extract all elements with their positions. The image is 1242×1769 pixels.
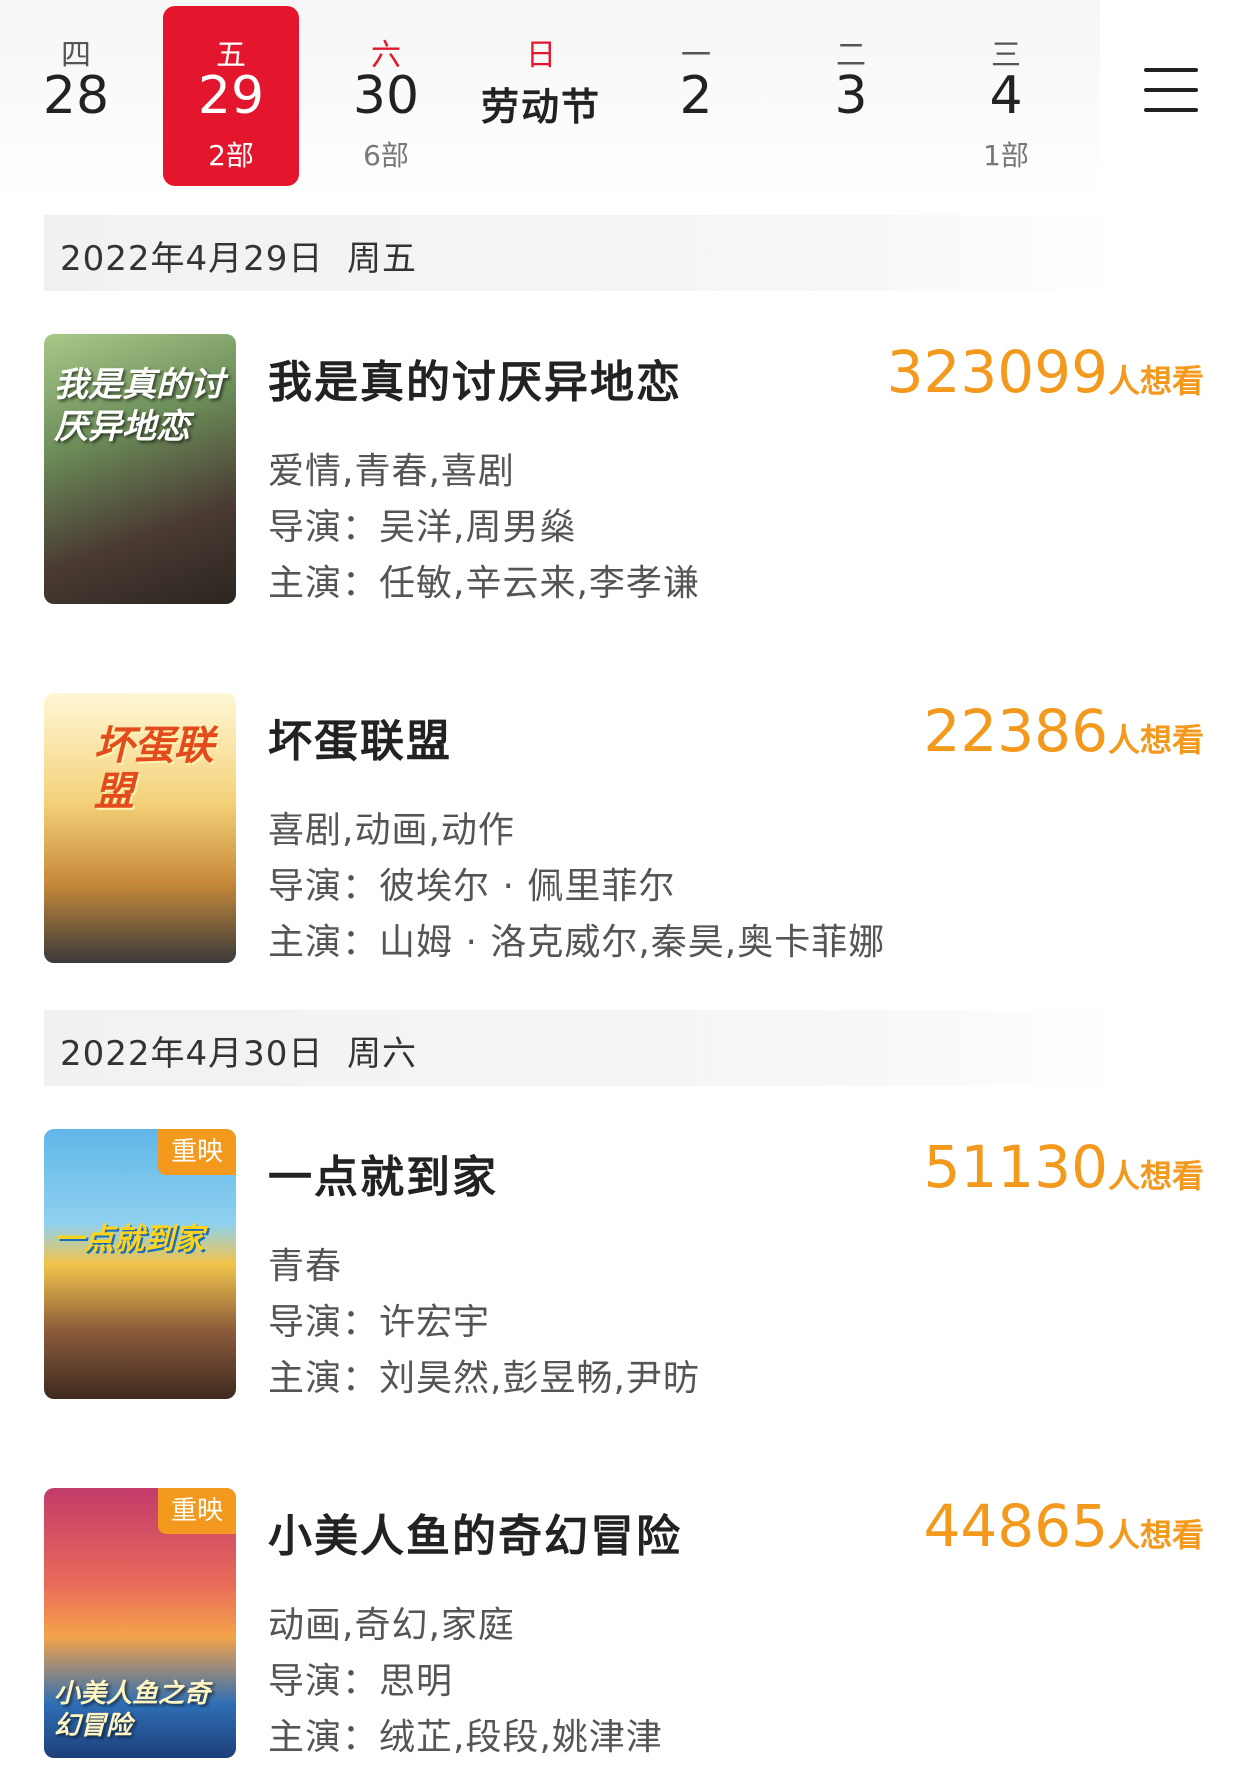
- poster-title: 一点就到家: [54, 1222, 204, 1257]
- want-to-see: 323099人想看: [887, 338, 1204, 406]
- date-tab-labor-day[interactable]: 日 劳动节: [473, 6, 609, 186]
- movie-cast: 主演：刘昊然,彭昱畅,尹昉: [268, 1349, 700, 1401]
- director-label: 导演：: [268, 1661, 380, 1702]
- movie-item[interactable]: 小美人鱼之奇幻冒险 重映 小美人鱼的奇幻冒险 44865人想看 动画,奇幻,家庭…: [44, 1488, 1204, 1758]
- movie-item[interactable]: 我是真的讨厌异地恋 我是真的讨厌异地恋 323099人想看 爱情,青春,喜剧 导…: [44, 334, 1204, 604]
- menu-bar: [1144, 108, 1198, 112]
- movie-poster[interactable]: 一点就到家 重映: [44, 1129, 236, 1399]
- movie-title[interactable]: 小美人鱼的奇幻冒险: [268, 1500, 682, 1564]
- director-label: 导演：: [268, 866, 380, 907]
- date-tab-count: 2部: [208, 139, 254, 172]
- movie-directors: 导演：彼埃尔 · 佩里菲尔: [268, 857, 675, 909]
- poster-title: 坏蛋联盟: [94, 723, 214, 815]
- movie-item[interactable]: 坏蛋联盟 坏蛋联盟 22386人想看 喜剧,动画,动作 导演：彼埃尔 · 佩里菲…: [44, 693, 1204, 963]
- movie-genres: 动画,奇幻,家庭: [268, 1605, 515, 1646]
- date-tab-4[interactable]: 三 4 1部: [938, 6, 1074, 186]
- movie-cast: 主演：山姆 · 洛克威尔,秦昊,奥卡菲娜: [268, 913, 885, 965]
- director-label: 导演：: [268, 1302, 380, 1343]
- poster-title: 我是真的讨厌异地恋: [54, 365, 224, 447]
- movie-title[interactable]: 坏蛋联盟: [268, 705, 452, 769]
- date-tab-count: 1部: [983, 139, 1029, 172]
- date-tab-day: 2: [679, 66, 713, 126]
- date-tab-day: 3: [834, 66, 868, 126]
- section-date-text: 2022年4月29日: [60, 239, 324, 279]
- date-tab-day: 29: [197, 66, 265, 126]
- movie-genres: 爱情,青春,喜剧: [268, 451, 515, 492]
- cast-label: 主演：: [268, 1717, 380, 1758]
- rerelease-badge: 重映: [158, 1488, 236, 1534]
- poster-title: 小美人鱼之奇幻冒险: [54, 1679, 211, 1741]
- movie-title[interactable]: 一点就到家: [268, 1141, 498, 1205]
- date-tab-30[interactable]: 六 30 6部: [318, 6, 454, 186]
- movie-item[interactable]: 一点就到家 重映 一点就到家 51130人想看 青春 导演：许宏宇 主演：刘昊然…: [44, 1129, 1204, 1399]
- cast-label: 主演：: [268, 922, 380, 963]
- cast-label: 主演：: [268, 563, 380, 604]
- section-weekday: 周六: [347, 1034, 418, 1074]
- date-tab-day: 28: [42, 66, 110, 126]
- movie-poster[interactable]: 坏蛋联盟: [44, 693, 236, 963]
- movie-cast: 主演：绒芷,段段,姚津津: [268, 1708, 663, 1760]
- section-date-text: 2022年4月30日: [60, 1034, 324, 1074]
- want-to-see: 22386人想看: [923, 697, 1204, 765]
- movie-cast: 主演：任敏,辛云来,李孝谦: [268, 554, 700, 606]
- cast-names: 绒芷,段段,姚津津: [379, 1717, 663, 1758]
- date-tab-day: 30: [352, 66, 420, 126]
- date-tab-count: 6部: [363, 139, 409, 172]
- movie-directors: 导演：吴洋,周男燊: [268, 498, 576, 550]
- date-strip-scroll[interactable]: 四 28 五 29 2部 六 30 6部 日 劳动节 一 2 二 3 三 4 1…: [0, 0, 1100, 200]
- want-to-see: 51130人想看: [923, 1133, 1204, 1201]
- director-names: 吴洋,周男燊: [379, 507, 577, 548]
- date-tab-weekday: 日: [526, 38, 556, 73]
- section-date-header: 2022年4月29日 周五: [44, 215, 1119, 291]
- date-tab-29[interactable]: 五 29 2部: [163, 6, 299, 186]
- director-names: 彼埃尔 · 佩里菲尔: [379, 866, 676, 907]
- want-unit: 人想看: [1107, 1516, 1204, 1554]
- movie-poster[interactable]: 我是真的讨厌异地恋: [44, 334, 236, 604]
- movie-poster[interactable]: 小美人鱼之奇幻冒险 重映: [44, 1488, 236, 1758]
- movie-directors: 导演：许宏宇: [268, 1293, 490, 1345]
- cast-names: 山姆 · 洛克威尔,秦昊,奥卡菲娜: [379, 922, 886, 963]
- movie-genres: 青春: [268, 1246, 343, 1287]
- date-tab-day: 劳动节: [480, 85, 601, 129]
- want-count: 44865: [923, 1492, 1108, 1560]
- menu-bar: [1144, 68, 1198, 72]
- want-count: 51130: [923, 1133, 1108, 1201]
- director-names: 许宏宇: [379, 1302, 491, 1343]
- want-unit: 人想看: [1107, 362, 1204, 400]
- director-label: 导演：: [268, 507, 380, 548]
- want-count: 323099: [886, 338, 1108, 406]
- menu-bar: [1144, 88, 1198, 92]
- want-count: 22386: [923, 697, 1108, 765]
- hamburger-menu-icon[interactable]: [1126, 60, 1216, 120]
- cast-names: 任敏,辛云来,李孝谦: [379, 563, 700, 604]
- date-tab-3[interactable]: 二 3: [783, 6, 919, 186]
- cast-names: 刘昊然,彭昱畅,尹昉: [379, 1358, 700, 1399]
- want-unit: 人想看: [1107, 1157, 1204, 1195]
- director-names: 思明: [379, 1661, 454, 1702]
- movie-directors: 导演：思明: [268, 1652, 453, 1704]
- date-tab-28[interactable]: 四 28: [8, 6, 144, 186]
- want-to-see: 44865人想看: [923, 1492, 1204, 1560]
- section-date: 2022年4月30日 周六: [60, 1026, 417, 1075]
- movie-title[interactable]: 我是真的讨厌异地恋: [268, 346, 682, 410]
- movie-genres: 喜剧,动画,动作: [268, 810, 515, 851]
- want-unit: 人想看: [1107, 721, 1204, 759]
- date-tab-day: 4: [989, 66, 1023, 126]
- section-date: 2022年4月29日 周五: [60, 231, 417, 280]
- date-tab-2[interactable]: 一 2: [628, 6, 764, 186]
- date-strip: 四 28 五 29 2部 六 30 6部 日 劳动节 一 2 二 3 三 4 1…: [0, 0, 1242, 200]
- rerelease-badge: 重映: [158, 1129, 236, 1175]
- cast-label: 主演：: [268, 1358, 380, 1399]
- section-weekday: 周五: [347, 239, 418, 279]
- section-date-header: 2022年4月30日 周六: [44, 1010, 1119, 1086]
